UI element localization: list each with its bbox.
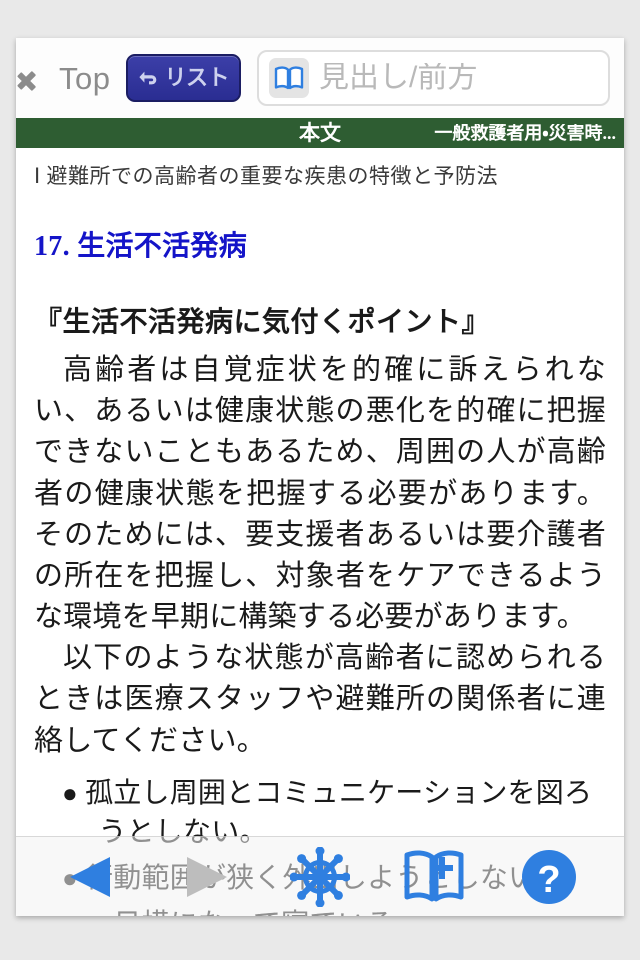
top-navigation-bar: Top リスト 見出し/前方 xyxy=(16,38,624,118)
paragraph: 高齢者は自覚症状を的確に訴えられない、あるいは健康状態の悪化を的確に把握できない… xyxy=(34,354,606,634)
next-page-button[interactable] xyxy=(174,845,238,909)
triangle-right-icon xyxy=(186,856,227,897)
book-plus-icon xyxy=(404,849,464,901)
back-button-label: Top xyxy=(59,60,111,96)
search-input[interactable]: 見出し/前方 xyxy=(257,50,610,106)
settings-button[interactable] xyxy=(288,845,352,909)
page-title: 17. 生活不活発病 xyxy=(34,231,248,262)
triangle-left-icon xyxy=(70,856,111,897)
paragraph: 以下のような状態が高齢者に認められるときは医療スタッフや避難所の関係者に連絡して… xyxy=(34,642,606,757)
ship-wheel-icon xyxy=(289,846,350,907)
section-title-bar: 本文 一般救護者用・災害時... xyxy=(16,118,624,148)
question-circle-icon: ? xyxy=(521,849,576,904)
add-bookmark-button[interactable] xyxy=(402,845,466,909)
return-arrow-icon xyxy=(139,71,157,85)
bottom-toolbar: ? xyxy=(16,836,624,916)
app-screen: Top リスト 見出し/前方 本文 一般救護者用・災害時... Ⅰ 避難所での高… xyxy=(0,0,640,960)
help-button[interactable]: ? xyxy=(517,845,581,909)
chevron-left-icon xyxy=(30,60,52,96)
title-bar-right-label: 一般救護者用・災害時... xyxy=(434,124,616,142)
list-button[interactable]: リスト xyxy=(126,54,241,102)
previous-page-button[interactable] xyxy=(59,845,123,909)
breadcrumb: Ⅰ 避難所での高齢者の重要な疾患の特徴と予防法 xyxy=(34,164,498,188)
subheading: 『生活不活発病に気付くポイント』 xyxy=(34,307,491,338)
open-book-icon xyxy=(269,58,309,98)
search-placeholder-text: 見出し/前方 xyxy=(319,63,478,93)
svg-text:?: ? xyxy=(537,859,560,901)
content-card: Top リスト 見出し/前方 本文 一般救護者用・災害時... Ⅰ 避難所での高… xyxy=(16,38,624,916)
list-button-label: リスト xyxy=(164,65,229,90)
back-to-top-button[interactable]: Top xyxy=(30,60,110,96)
bullet-marker: ● xyxy=(62,778,78,808)
document-body[interactable]: Ⅰ 避難所での高齢者の重要な疾患の特徴と予防法 17. 生活不活発病 『生活不活… xyxy=(16,148,624,916)
